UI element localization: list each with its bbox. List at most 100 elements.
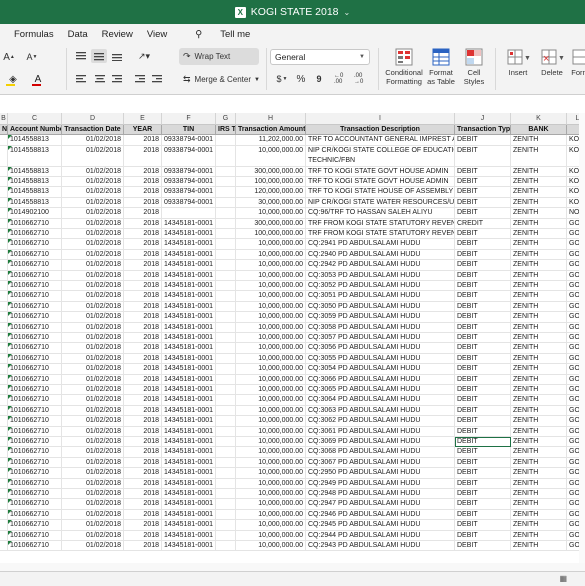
table-cell[interactable]: 2018 bbox=[124, 353, 162, 365]
table-cell[interactable]: 1010662710 bbox=[8, 291, 62, 302]
table-cell[interactable] bbox=[0, 468, 8, 479]
table-cell[interactable]: 30,000,000.00 bbox=[236, 197, 306, 209]
table-cell[interactable]: 10,000,000.00 bbox=[236, 301, 306, 313]
table-cell[interactable]: 2018 bbox=[124, 229, 162, 240]
table-cell[interactable]: CQ:3053 PD ABDULSALAMI HUDU bbox=[306, 270, 455, 281]
table-cell[interactable]: 14345181-0001 bbox=[162, 301, 216, 313]
table-cell[interactable]: 10,000,000.00 bbox=[236, 353, 306, 365]
table-cell[interactable]: 2018 bbox=[124, 437, 162, 448]
table-cell[interactable]: ZENITH bbox=[511, 478, 567, 489]
column-header-g[interactable]: G bbox=[216, 113, 236, 125]
table-cell[interactable]: ZENITH bbox=[511, 249, 567, 261]
table-cell[interactable]: 14345181-0001 bbox=[162, 333, 216, 344]
table-cell[interactable] bbox=[0, 322, 8, 333]
table-cell[interactable]: 1010662710 bbox=[8, 416, 62, 427]
column-header-k[interactable]: K bbox=[511, 113, 567, 125]
table-cell[interactable]: 2018 bbox=[124, 509, 162, 521]
table-cell[interactable]: 1014558813 bbox=[8, 166, 62, 177]
table-cell[interactable]: ZENITH bbox=[511, 291, 567, 302]
table-cell[interactable]: ZENITH bbox=[511, 270, 567, 281]
column-header-d[interactable]: D bbox=[62, 113, 124, 125]
formula-bar[interactable] bbox=[0, 95, 585, 114]
table-cell[interactable]: 14345181-0001 bbox=[162, 541, 216, 552]
tab-view[interactable]: View bbox=[147, 29, 167, 40]
table-cell[interactable]: 01/02/2018 bbox=[62, 499, 124, 510]
table-cell[interactable] bbox=[0, 374, 8, 385]
table-cell[interactable]: 14345181-0001 bbox=[162, 478, 216, 489]
table-cell[interactable]: 1010662710 bbox=[8, 270, 62, 281]
title-chevron-icon[interactable]: ⌄ bbox=[344, 8, 351, 17]
table-cell[interactable]: 01/02/2018 bbox=[62, 229, 124, 240]
table-cell[interactable] bbox=[216, 135, 236, 146]
table-cell[interactable]: 10,000,000.00 bbox=[236, 145, 306, 167]
column-header-cell[interactable]: YEAR bbox=[124, 125, 162, 136]
table-cell[interactable] bbox=[216, 312, 236, 323]
table-cell[interactable]: 01/02/2018 bbox=[62, 530, 124, 541]
table-cell[interactable]: 1010662710 bbox=[8, 395, 62, 406]
table-cell[interactable]: DEBIT bbox=[455, 208, 511, 219]
table-cell[interactable]: 2018 bbox=[124, 426, 162, 437]
table-cell[interactable]: 10,000,000.00 bbox=[236, 489, 306, 500]
table-cell[interactable]: 1014902100 bbox=[8, 208, 62, 219]
table-cell[interactable]: ZENITH bbox=[511, 426, 567, 437]
table-cell[interactable]: 10,000,000.00 bbox=[236, 374, 306, 385]
table-cell[interactable] bbox=[216, 177, 236, 188]
table-cell[interactable]: 2018 bbox=[124, 405, 162, 417]
table-cell[interactable] bbox=[216, 343, 236, 354]
table-cell[interactable] bbox=[216, 333, 236, 344]
table-cell[interactable]: 1010662710 bbox=[8, 426, 62, 437]
table-cell[interactable]: 2018 bbox=[124, 135, 162, 146]
table-cell[interactable]: ZENITH bbox=[511, 520, 567, 531]
table-cell[interactable] bbox=[0, 312, 8, 323]
table-cell[interactable]: 1014558813 bbox=[8, 145, 62, 167]
table-cell[interactable]: ZENITH bbox=[511, 468, 567, 479]
table-cell[interactable]: CQ:3054 PD ABDULSALAMI HUDU bbox=[306, 364, 455, 375]
table-cell[interactable] bbox=[216, 416, 236, 427]
tab-formulas[interactable]: Formulas bbox=[14, 29, 54, 40]
table-cell[interactable] bbox=[216, 468, 236, 479]
table-cell[interactable]: CQ:2950 PD ABDULSALAMI HUDU bbox=[306, 468, 455, 479]
table-cell[interactable]: 1010662710 bbox=[8, 405, 62, 417]
table-cell[interactable] bbox=[0, 187, 8, 198]
column-header-cell[interactable]: Account Number bbox=[8, 125, 62, 136]
table-cell[interactable]: 1010662710 bbox=[8, 374, 62, 385]
table-cell[interactable]: 2018 bbox=[124, 499, 162, 510]
table-cell[interactable]: 1010662710 bbox=[8, 281, 62, 292]
table-cell[interactable]: 10,000,000.00 bbox=[236, 249, 306, 261]
table-cell[interactable]: ZENITH bbox=[511, 489, 567, 500]
table-cell[interactable]: 10,000,000.00 bbox=[236, 364, 306, 375]
table-cell[interactable]: DEBIT bbox=[455, 385, 511, 396]
table-cell[interactable] bbox=[0, 437, 8, 448]
table-cell[interactable]: 1010662710 bbox=[8, 260, 62, 271]
table-cell[interactable]: CQ:2943 PD ABDULSALAMI HUDU bbox=[306, 541, 455, 552]
table-cell[interactable] bbox=[216, 208, 236, 219]
table-cell[interactable]: DEBIT bbox=[455, 187, 511, 198]
table-cell[interactable] bbox=[216, 291, 236, 302]
table-cell[interactable]: 01/02/2018 bbox=[62, 416, 124, 427]
table-cell[interactable]: 1010662710 bbox=[8, 239, 62, 250]
table-cell[interactable] bbox=[0, 530, 8, 541]
table-cell[interactable]: 1010662710 bbox=[8, 489, 62, 500]
table-cell[interactable]: 14345181-0001 bbox=[162, 374, 216, 385]
table-cell[interactable] bbox=[216, 489, 236, 500]
column-header-cell[interactable]: IRS TIN bbox=[216, 125, 236, 136]
table-cell[interactable] bbox=[216, 145, 236, 167]
table-cell[interactable]: ZENITH bbox=[511, 374, 567, 385]
column-header-c[interactable]: C bbox=[8, 113, 62, 125]
table-cell[interactable]: ZENITH bbox=[511, 166, 567, 177]
table-cell[interactable] bbox=[0, 229, 8, 240]
table-cell[interactable]: 01/02/2018 bbox=[62, 437, 124, 448]
table-cell[interactable]: 1010662710 bbox=[8, 468, 62, 479]
table-cell[interactable]: ZENITH bbox=[511, 343, 567, 354]
table-cell[interactable]: 10,000,000.00 bbox=[236, 239, 306, 250]
table-cell[interactable]: 14345181-0001 bbox=[162, 239, 216, 250]
table-cell[interactable]: CQ:2947 PD ABDULSALAMI HUDU bbox=[306, 499, 455, 510]
table-cell[interactable]: CQ:3057 PD ABDULSALAMI HUDU bbox=[306, 333, 455, 344]
table-cell[interactable]: 2018 bbox=[124, 468, 162, 479]
table-cell[interactable] bbox=[0, 218, 8, 229]
table-cell[interactable] bbox=[0, 509, 8, 521]
table-cell[interactable]: 14345181-0001 bbox=[162, 353, 216, 365]
table-cell[interactable] bbox=[0, 333, 8, 344]
increase-indent-icon[interactable] bbox=[150, 72, 164, 86]
align-right-icon[interactable] bbox=[110, 72, 124, 86]
